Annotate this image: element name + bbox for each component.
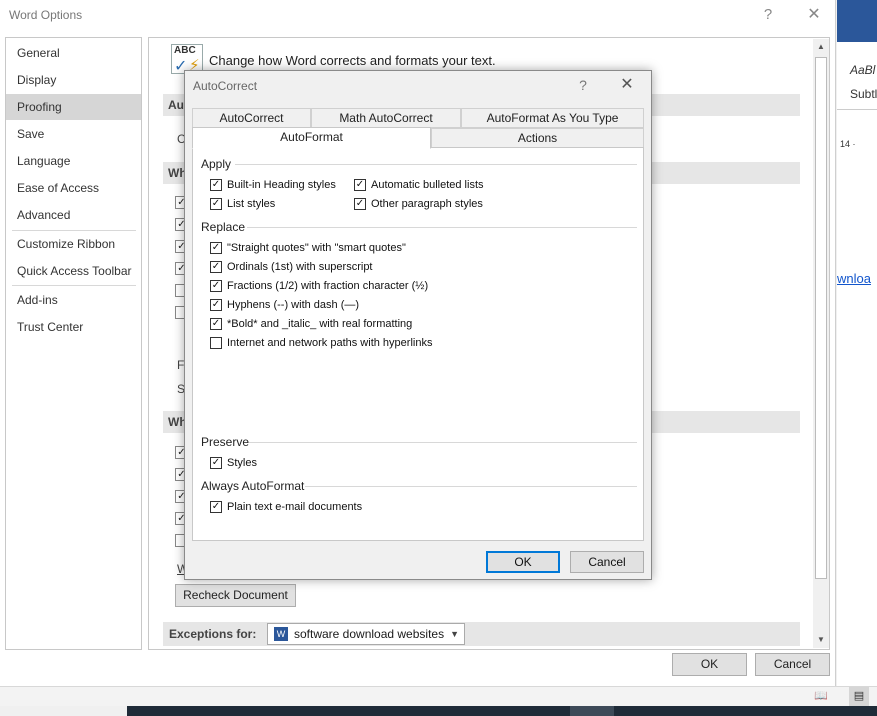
- label-automatic-bulleted-lists: Automatic bulleted lists: [371, 179, 484, 191]
- dialog-title: AutoCorrect: [193, 79, 258, 93]
- checkbox-other-paragraph-styles[interactable]: ✓: [354, 198, 366, 210]
- chevron-down-icon[interactable]: ▼: [450, 624, 459, 644]
- options-nav: General Display Proofing Save Language E…: [5, 37, 142, 650]
- group-divider: [305, 486, 637, 487]
- label-bold-italic: *Bold* and _italic_ with real formatting: [227, 318, 413, 330]
- checkbox-fractions[interactable]: ✓: [210, 280, 222, 292]
- exceptions-value: software download websites: [294, 627, 445, 641]
- page-title: Change how Word corrects and formats you…: [209, 53, 496, 68]
- nav-item-advanced[interactable]: Advanced: [6, 202, 141, 228]
- label-smart-quotes: "Straight quotes" with "smart quotes": [227, 242, 406, 254]
- checkbox-internet-paths[interactable]: [210, 337, 222, 349]
- close-icon[interactable]: ✕: [802, 4, 826, 26]
- print-layout-icon[interactable]: ▤: [849, 687, 869, 706]
- autocorrect-dialog: AutoCorrect ? ✕ AutoCorrect Math AutoCor…: [184, 70, 652, 580]
- exceptions-dropdown[interactable]: W software download websites ▼: [267, 623, 465, 645]
- read-mode-icon[interactable]: 📖: [812, 687, 830, 705]
- document-hyperlink[interactable]: wnloa: [837, 271, 871, 286]
- label-built-in-heading-styles: Built-in Heading styles: [227, 179, 336, 191]
- group-label-replace: Replace: [201, 220, 246, 234]
- abc-icon-label: ABC: [174, 45, 196, 56]
- help-icon[interactable]: ?: [756, 4, 780, 26]
- exceptions-row: Exceptions for: W software download webs…: [163, 622, 800, 646]
- tab-actions[interactable]: Actions: [431, 128, 644, 148]
- group-label-always-autoformat: Always AutoFormat: [201, 479, 305, 493]
- nav-item-save[interactable]: Save: [6, 121, 141, 147]
- close-icon[interactable]: ✕: [617, 75, 637, 95]
- group-divider: [247, 227, 637, 228]
- tab-autoformat-as-you-type[interactable]: AutoFormat As You Type: [461, 108, 644, 128]
- word-document-icon: W: [274, 627, 288, 641]
- checkbox-built-in-heading-styles[interactable]: ✓: [210, 179, 222, 191]
- nav-item-quick-access-toolbar[interactable]: Quick Access Toolbar: [6, 258, 141, 284]
- label-preserve-styles: Styles: [227, 457, 257, 469]
- label-other-paragraph-styles: Other paragraph styles: [371, 198, 483, 210]
- scroll-down-arrow-icon[interactable]: ▼: [813, 632, 829, 648]
- checkbox-preserve-styles[interactable]: ✓: [210, 457, 222, 469]
- group-divider: [249, 442, 637, 443]
- nav-item-language[interactable]: Language: [6, 148, 141, 174]
- word-document-background: AaBl Subtl 14 · wnloa: [837, 0, 877, 686]
- ribbon-divider: [837, 109, 877, 110]
- checkbox-ordinals[interactable]: ✓: [210, 261, 222, 273]
- label-hyphens: Hyphens (--) with dash (—): [227, 299, 360, 311]
- nav-item-ease-of-access[interactable]: Ease of Access: [6, 175, 141, 201]
- group-label-apply: Apply: [201, 157, 232, 171]
- nav-item-add-ins[interactable]: Add-ins: [6, 287, 141, 313]
- checkbox-smart-quotes[interactable]: ✓: [210, 242, 222, 254]
- style-gallery-item[interactable]: AaBl: [850, 63, 875, 77]
- dialog-cancel-button[interactable]: Cancel: [570, 551, 644, 573]
- nav-item-display[interactable]: Display: [6, 67, 141, 93]
- nav-item-customize-ribbon[interactable]: Customize Ribbon: [6, 231, 141, 257]
- exceptions-label: Exceptions for:: [169, 627, 257, 641]
- checkbox-hyphens[interactable]: ✓: [210, 299, 222, 311]
- taskbar-active-app[interactable]: [570, 706, 614, 716]
- taskbar: [127, 706, 877, 716]
- checkbox-list-styles[interactable]: ✓: [210, 198, 222, 210]
- label-list-styles: List styles: [227, 198, 276, 210]
- content-scrollbar[interactable]: ▲ ▼: [813, 39, 829, 648]
- tab-autoformat[interactable]: AutoFormat: [192, 127, 431, 149]
- options-ok-button[interactable]: OK: [672, 653, 747, 676]
- tab-autocorrect[interactable]: AutoCorrect: [192, 108, 311, 128]
- window-title: Word Options: [9, 8, 83, 22]
- label-ordinals: Ordinals (1st) with superscript: [227, 261, 373, 273]
- nav-item-trust-center[interactable]: Trust Center: [6, 314, 141, 340]
- group-label-preserve: Preserve: [201, 435, 250, 449]
- checkbox-bold-italic[interactable]: ✓: [210, 318, 222, 330]
- label-plain-text-email: Plain text e-mail documents: [227, 501, 363, 513]
- nav-item-general[interactable]: General: [6, 40, 141, 66]
- help-icon[interactable]: ?: [573, 75, 593, 95]
- nav-divider: [12, 285, 136, 286]
- label-fractions: Fractions (1/2) with fraction character …: [227, 280, 429, 292]
- ruler-number: 14 ·: [840, 139, 856, 149]
- recheck-document-button[interactable]: Recheck Document: [175, 584, 296, 607]
- label-internet-paths: Internet and network paths with hyperlin…: [227, 337, 433, 349]
- checkbox-automatic-bulleted-lists[interactable]: ✓: [354, 179, 366, 191]
- scrollbar-thumb[interactable]: [815, 57, 827, 579]
- ribbon-title-strip: [837, 0, 877, 42]
- options-cancel-button[interactable]: Cancel: [755, 653, 830, 676]
- checkbox-plain-text-email[interactable]: ✓: [210, 501, 222, 513]
- tab-math-autocorrect[interactable]: Math AutoCorrect: [311, 108, 461, 128]
- dialog-ok-button[interactable]: OK: [486, 551, 560, 573]
- group-divider: [235, 164, 637, 165]
- status-bar: 📖 ▤: [0, 686, 877, 706]
- scroll-up-arrow-icon[interactable]: ▲: [813, 39, 829, 55]
- autoformat-panel: Apply ✓ Built-in Heading styles ✓ Automa…: [192, 147, 644, 541]
- nav-item-proofing[interactable]: Proofing: [6, 94, 141, 120]
- style-gallery-item[interactable]: Subtl: [850, 87, 877, 101]
